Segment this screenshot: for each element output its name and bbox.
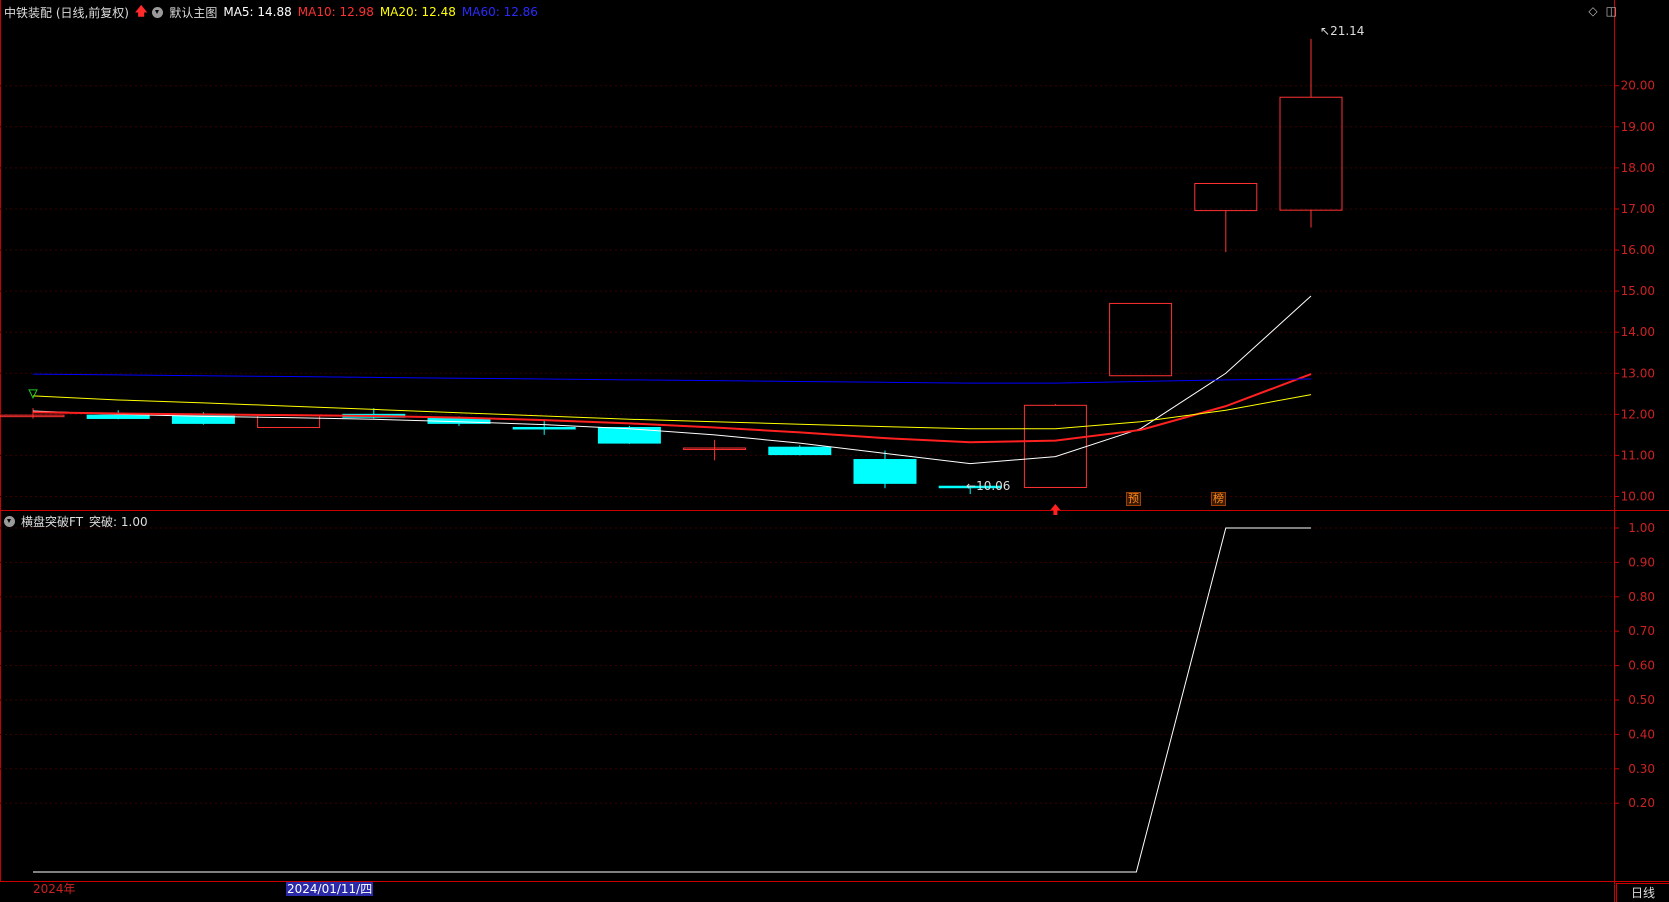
window-controls: ◇ ◫	[1588, 4, 1617, 18]
indicator-y-tick-label: 0.60	[1628, 659, 1655, 673]
indicator-dropdown-icon[interactable]	[4, 516, 15, 527]
candle-body	[853, 459, 917, 484]
chart-canvas[interactable]: 10.00 11.00 12.00 13.00 14.00 15.00 16.00 17.00…	[0, 0, 1669, 902]
main-y-tick-label: 14.00	[1621, 325, 1655, 339]
main-y-tick-label: 18.00	[1621, 161, 1655, 175]
indicator-y-tick-label: 1.00	[1628, 521, 1655, 535]
ma20-label: MA20: 12.48	[379, 5, 456, 19]
main-y-tick-label: 19.00	[1621, 120, 1655, 134]
low-price-label: ←10.06	[966, 479, 1010, 493]
stock-title[interactable]: 中铁装配 (日线,前复权)	[4, 4, 129, 21]
main-y-tick-label: 10.00	[1621, 489, 1655, 503]
main-chart-label[interactable]: 默认主图	[169, 4, 217, 21]
high-arrow-icon: ↖	[1320, 24, 1331, 38]
indicator-y-tick-label: 0.90	[1628, 555, 1655, 569]
main-y-tick-label: 13.00	[1621, 366, 1655, 380]
high-price-label: ↖21.14	[1320, 24, 1364, 38]
main-y-tick-label: 17.00	[1621, 202, 1655, 216]
panel-toggle-icon[interactable]: ◫	[1606, 4, 1617, 18]
indicator-y-tick-label: 0.30	[1628, 762, 1655, 776]
main-chart-header: 中铁装配 (日线,前复权) 🡅 默认主图 MA5: 14.88 MA10: 12…	[4, 4, 544, 20]
signal-mark-2[interactable]: 榜	[1211, 492, 1226, 506]
dropdown-circle-icon[interactable]	[152, 6, 164, 18]
indicator-y-tick-label: 0.20	[1628, 796, 1655, 810]
main-y-tick-label: 20.00	[1621, 79, 1655, 93]
ma5-label: MA5: 14.88	[223, 5, 292, 19]
high-price-value: 21.14	[1330, 24, 1365, 38]
low-price-value: 10.06	[976, 479, 1011, 493]
candle-body	[768, 446, 832, 456]
main-y-tick-label: 12.00	[1621, 407, 1655, 421]
signal-mark-1[interactable]: 预	[1126, 492, 1141, 506]
candle-body	[512, 426, 576, 430]
indicator-name[interactable]: 横盘突破FT	[21, 513, 83, 530]
indicator-header: 横盘突破FT 突破: 1.00	[4, 513, 154, 530]
indicator-y-tick-label: 0.50	[1628, 693, 1655, 707]
ma10-label: MA10: 12.98	[297, 5, 374, 19]
year-label: 2024年	[33, 882, 76, 896]
indicator-y-tick-label: 0.80	[1628, 590, 1655, 604]
candle-body	[86, 414, 150, 419]
red-up-arrow-icon: 🡅	[135, 3, 148, 18]
main-y-tick-label: 15.00	[1621, 284, 1655, 298]
ma60-label: MA60: 12.86	[461, 5, 538, 19]
chart-background	[0, 0, 1669, 902]
main-y-tick-label: 16.00	[1621, 243, 1655, 257]
period-button[interactable]: 日线	[1616, 883, 1669, 902]
main-y-tick-label: 11.00	[1621, 448, 1655, 462]
diamond-icon[interactable]: ◇	[1588, 4, 1597, 18]
low-arrow-icon: ←	[966, 479, 977, 493]
indicator-y-tick-label: 0.70	[1628, 624, 1655, 638]
indicator-value: 突破: 1.00	[89, 515, 148, 529]
indicator-y-tick-label: 0.40	[1628, 727, 1655, 741]
cursor-date-label: 2024/01/11/四	[286, 882, 374, 896]
